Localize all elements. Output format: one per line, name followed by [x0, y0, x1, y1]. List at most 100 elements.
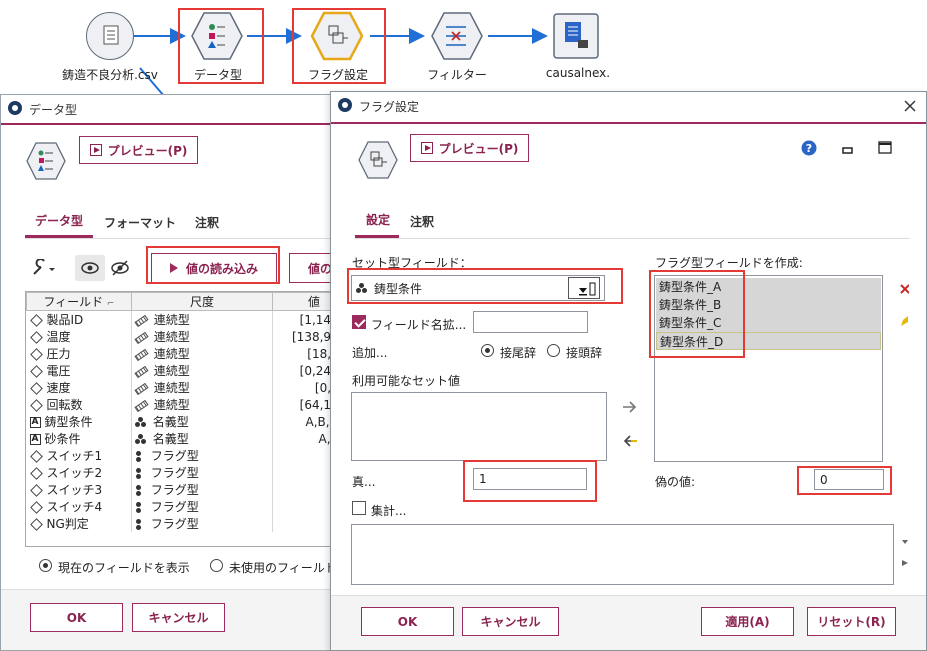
- flag-type-icon: [135, 467, 143, 480]
- flag-type-icon: [135, 484, 143, 497]
- tab-data-type[interactable]: データ型: [35, 212, 83, 229]
- table-row[interactable]: スイッチ2フラグ型1/0: [26, 464, 339, 481]
- table-row[interactable]: A鋳型条件名義型A,B,C,D: [26, 413, 339, 430]
- type-dialog-title: データ型: [29, 103, 78, 117]
- field-name: スイッチ4: [46, 500, 103, 514]
- tab-annotation[interactable]: 注釈: [410, 213, 434, 230]
- field-name: 温度: [46, 330, 71, 344]
- type-ok-button[interactable]: OK: [30, 603, 123, 632]
- false-value-label: 偽の値:: [655, 475, 696, 489]
- type-dialog-titlebar[interactable]: データ型: [1, 95, 339, 121]
- wrench-icon[interactable]: [31, 259, 57, 277]
- tab-annotation[interactable]: 注釈: [195, 214, 219, 231]
- tab-settings[interactable]: 設定: [366, 211, 390, 228]
- type-cancel-button[interactable]: キャンセル: [132, 603, 225, 632]
- set-field-select[interactable]: 鋳型条件: [351, 275, 605, 301]
- field-table: フィールド ⌐ 尺度 値 製品ID連続型[1,1450]温度連続型[138,92…: [25, 291, 339, 547]
- column-header-measure[interactable]: 尺度: [130, 292, 274, 311]
- help-icon[interactable]: ?: [801, 140, 817, 156]
- table-row[interactable]: スイッチ3フラグ型1/0: [26, 481, 339, 498]
- filter-node-label: フィルター: [427, 68, 487, 82]
- nominal-icon: [134, 417, 147, 428]
- table-row[interactable]: スイッチ1フラグ型1/0: [26, 447, 339, 464]
- list-item[interactable]: 鋳型条件_B: [656, 296, 881, 314]
- field-name-extension-input[interactable]: [473, 311, 588, 333]
- move-left-icon[interactable]: [622, 434, 638, 448]
- diamond-icon: [29, 365, 43, 378]
- created-flag-fields-list[interactable]: 鋳型条件_A 鋳型条件_B 鋳型条件_C 鋳型条件_D: [654, 275, 883, 462]
- continuous-icon: [134, 331, 149, 344]
- table-row[interactable]: スイッチ4フラグ型1/0: [26, 498, 339, 515]
- close-icon[interactable]: [903, 99, 917, 113]
- diamond-icon: [29, 382, 43, 395]
- table-row[interactable]: 製品ID連続型[1,1450]: [26, 310, 339, 328]
- filter-node[interactable]: [430, 11, 484, 61]
- aggregate-fields-list[interactable]: [351, 524, 894, 585]
- flag-set-node[interactable]: [310, 11, 364, 61]
- move-right-icon[interactable]: [622, 400, 638, 414]
- table-row[interactable]: 速度連続型[0,17]: [26, 379, 339, 396]
- table-row[interactable]: A砂条件名義型A,B,C: [26, 430, 339, 447]
- measure-value: フラグ型: [150, 449, 199, 463]
- list-item[interactable]: 鋳型条件_D: [656, 332, 881, 350]
- type-node-icon: [26, 142, 66, 180]
- minimize-icon[interactable]: [841, 144, 855, 156]
- pencil-icon[interactable]: [899, 314, 909, 328]
- available-set-values-label: 利用可能なセット値: [352, 374, 461, 388]
- delete-icon[interactable]: [899, 282, 909, 296]
- table-row[interactable]: 回転数連続型[64,136]: [26, 396, 339, 413]
- table-row[interactable]: 電圧連続型[0,2473]: [26, 362, 339, 379]
- flag-dialog: フラグ設定 プレビュー(P) ? 設定 注釈 セット型フィールド： 鋳型条件 フ…: [330, 91, 927, 651]
- available-set-values-list[interactable]: [351, 392, 607, 461]
- csv-source-node[interactable]: [86, 12, 134, 60]
- aggregate-label: 集計...: [371, 504, 407, 518]
- aggregate-checkbox[interactable]: [352, 501, 366, 515]
- suffix-radio[interactable]: [481, 344, 494, 357]
- field-name: 製品ID: [46, 313, 84, 327]
- true-value-label: 真...: [352, 475, 376, 489]
- list-item[interactable]: 鋳型条件_C: [656, 314, 881, 332]
- list-item[interactable]: 鋳型条件_A: [656, 278, 881, 296]
- measure-value: 名義型: [152, 432, 189, 446]
- continuous-icon: [134, 348, 149, 361]
- flag-dialog-titlebar[interactable]: フラグ設定: [331, 92, 926, 118]
- field-name: 砂条件: [44, 432, 81, 446]
- false-value-input[interactable]: 0: [814, 469, 884, 490]
- field-name: スイッチ2: [46, 466, 103, 480]
- app-logo-icon: [8, 101, 22, 115]
- field-name-extension-checkbox[interactable]: [352, 315, 366, 329]
- field-picker-button[interactable]: [568, 277, 600, 299]
- table-row[interactable]: 圧力連続型[18,84]: [26, 345, 339, 362]
- eye-off-icon[interactable]: [107, 255, 133, 281]
- flag-ok-button[interactable]: OK: [361, 607, 454, 636]
- view-toggle-on[interactable]: [75, 255, 105, 281]
- apply-button[interactable]: 適用(A): [701, 607, 794, 636]
- flag-preview-button[interactable]: プレビュー(P): [410, 134, 529, 162]
- column-header-field[interactable]: フィールド ⌐: [26, 292, 132, 311]
- diamond-icon: [29, 518, 43, 531]
- continuous-icon: [134, 399, 149, 412]
- flag-cancel-button[interactable]: キャンセル: [462, 607, 559, 636]
- tab-format[interactable]: フォーマット: [104, 214, 176, 231]
- maximize-icon[interactable]: [877, 140, 893, 156]
- diamond-icon: [29, 450, 43, 463]
- nominal-icon: [134, 434, 147, 445]
- type-preview-button[interactable]: プレビュー(P): [79, 136, 198, 164]
- table-row[interactable]: 温度連続型[138,923]: [26, 328, 339, 345]
- reset-button[interactable]: リセット(R): [807, 607, 896, 636]
- show-current-radio[interactable]: [39, 559, 52, 572]
- type-node[interactable]: [190, 11, 244, 61]
- causalnex-node[interactable]: [552, 12, 600, 60]
- type-dialog: データ型 プレビュー(P) データ型 フォーマット 注釈 値の読み込み 値の フ…: [0, 94, 340, 651]
- prefix-radio[interactable]: [547, 344, 560, 357]
- show-unused-radio[interactable]: [210, 559, 223, 572]
- table-row[interactable]: NG判定フラグ型1/0: [26, 515, 339, 532]
- diamond-icon: [29, 314, 43, 327]
- true-value-input[interactable]: 1: [473, 468, 587, 490]
- read-values-button[interactable]: 値の読み込み: [151, 253, 277, 283]
- list-scroll-icon[interactable]: [901, 538, 909, 568]
- continuous-icon: [134, 365, 149, 378]
- preview-icon: [420, 142, 433, 154]
- field-name: 圧力: [46, 347, 71, 361]
- measure-value: フラグ型: [150, 517, 199, 531]
